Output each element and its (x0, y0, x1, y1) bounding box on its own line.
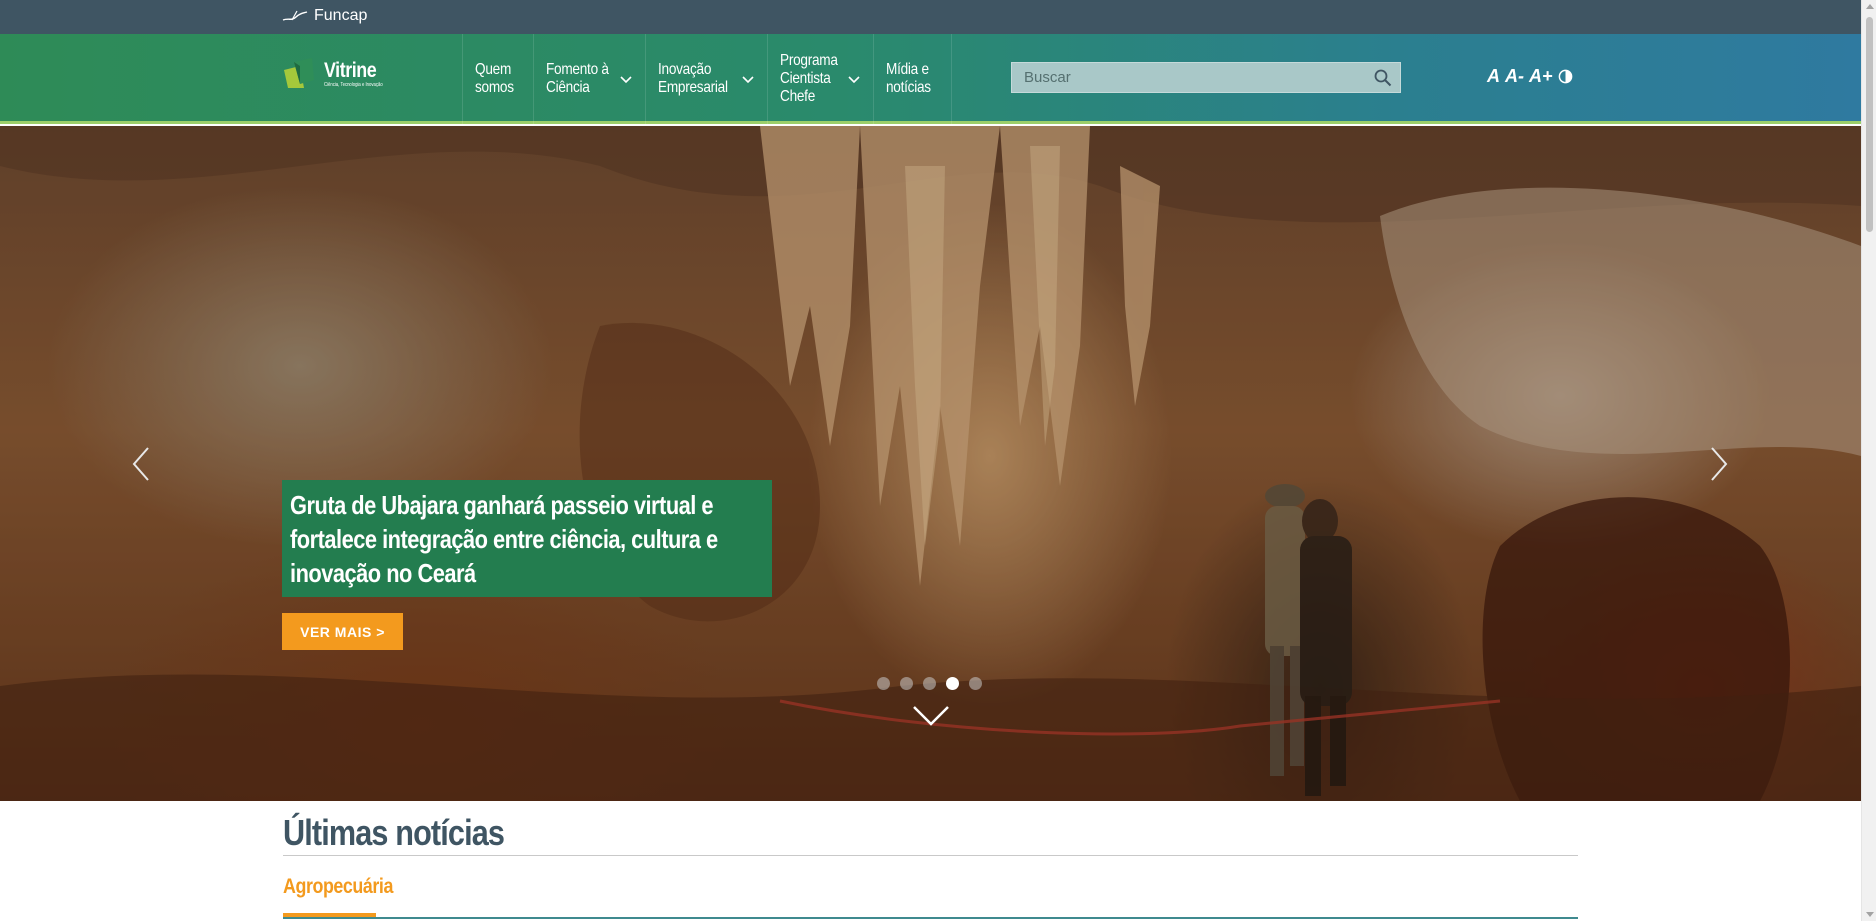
nav-item-inovacao-empresarial[interactable]: Inovação Empresarial (645, 34, 766, 124)
carousel-indicators (877, 677, 992, 690)
carousel-dot-4[interactable] (946, 677, 959, 690)
nav-label: Inovação Empresarial (658, 61, 729, 96)
nav-label: Programa Cientista Chefe (779, 52, 838, 105)
nav-label: Fomento à Ciência (545, 61, 609, 96)
funcap-label: Funcap (314, 7, 368, 24)
hero-carousel: Gruta de Ubajara ganhará passeio virtual… (0, 126, 1861, 801)
hero-overlay (0, 126, 1861, 801)
latest-news-title: Últimas notícias (283, 812, 505, 853)
logo-text: Vitrine Ciência, Tecnologia e Inovação (324, 59, 393, 89)
vitrine-logo[interactable]: Vitrine Ciência, Tecnologia e Inovação (282, 58, 393, 90)
carousel-dot-5[interactable] (969, 677, 982, 690)
scroll-down-arrow-icon[interactable] (1866, 912, 1874, 917)
tabs-divider (283, 917, 1578, 919)
search-input[interactable] (1012, 63, 1366, 92)
tab-agropecuaria[interactable]: Agropecuária (283, 875, 393, 899)
vitrine-logo-mark-icon (284, 58, 314, 88)
chevron-down-icon (620, 76, 633, 84)
font-decrease-button[interactable]: A- (1505, 66, 1524, 87)
carousel-prev-button[interactable] (126, 444, 156, 484)
top-bar: Funcap (0, 0, 1861, 34)
funcap-logo-icon (282, 10, 308, 21)
carousel-dot-2[interactable] (900, 677, 913, 690)
chevron-down-icon (848, 76, 860, 84)
nav-item-midia-e-noticias[interactable]: Mídia e notícias (873, 34, 953, 124)
scroll-up-arrow-icon[interactable] (1866, 4, 1874, 9)
search-icon (1374, 69, 1392, 86)
font-increase-button[interactable]: A+ (1529, 66, 1553, 87)
carousel-dot-1[interactable] (877, 677, 890, 690)
funcap-link[interactable]: Funcap (282, 7, 367, 25)
logo-subtitle: Ciência, Tecnologia e Inovação (324, 82, 383, 88)
carousel-next-button[interactable] (1704, 444, 1734, 484)
main-nav: Quem somos Fomento à Ciência Inovação Em… (462, 34, 953, 124)
chevron-down-icon (741, 76, 754, 84)
search-button[interactable] (1366, 62, 1400, 93)
nav-item-fomento-a-ciencia[interactable]: Fomento à Ciência (532, 34, 646, 124)
ver-mais-button[interactable]: VER MAIS > (282, 613, 403, 650)
search-box (1011, 62, 1401, 93)
site-header: Vitrine Ciência, Tecnologia e Inovação Q… (0, 34, 1861, 124)
accessibility-controls: A A- A+ (1487, 66, 1573, 87)
page: Funcap Vitrine Ciência, Tecnologia e Ino… (0, 0, 1861, 921)
divider (283, 855, 1578, 856)
font-default-button[interactable]: A (1487, 66, 1500, 87)
scrollbar-thumb[interactable] (1866, 17, 1873, 232)
slide-caption-box[interactable]: Gruta de Ubajara ganhará passeio virtual… (282, 480, 772, 597)
nav-label: Quem somos (475, 61, 514, 96)
slide-caption-title[interactable]: Gruta de Ubajara ganhará passeio virtual… (290, 488, 760, 590)
scroll-down-chevron-icon[interactable] (912, 703, 950, 729)
logo-title: Vitrine (324, 59, 377, 82)
page-scrollbar[interactable] (1861, 0, 1876, 921)
nav-item-quem-somos[interactable]: Quem somos (462, 34, 533, 124)
contrast-icon[interactable] (1558, 69, 1573, 84)
carousel-dot-3[interactable] (923, 677, 936, 690)
nav-item-programa-cientista-chefe[interactable]: Programa Cientista Chefe (766, 34, 874, 124)
nav-label: Mídia e notícias (886, 61, 932, 96)
